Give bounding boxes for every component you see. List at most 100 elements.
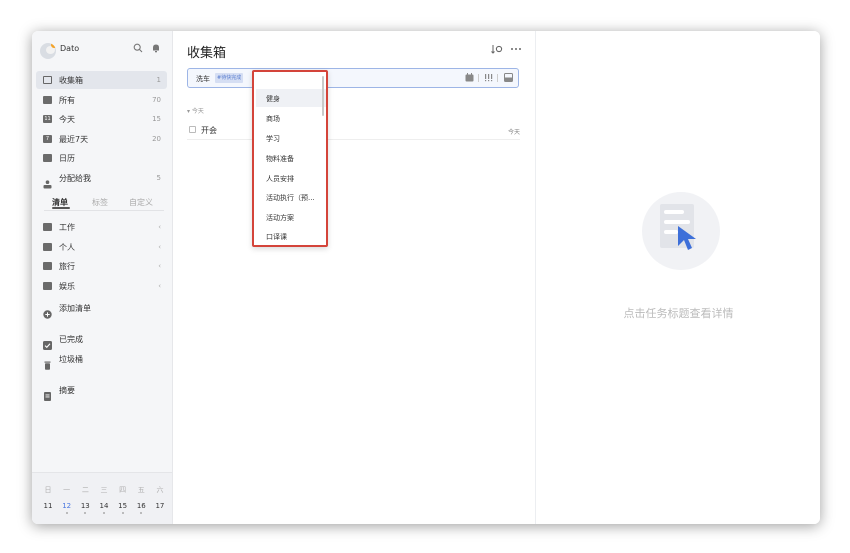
document-icon	[43, 386, 52, 401]
calendar-day[interactable]: 17	[154, 502, 166, 510]
dropdown-item[interactable]: 人员安排	[256, 169, 326, 187]
app-window: Dato 收集箱 1 所有 70 11 今天 15 7 最近7天 20 日历 分…	[32, 31, 820, 524]
trash-icon	[43, 355, 52, 370]
calendar-week-icon: 7	[43, 135, 52, 143]
sidebar-item-work[interactable]: 工作 ‹	[36, 218, 167, 236]
calendar-day[interactable]: 15	[117, 502, 129, 514]
weekday-label: 三	[100, 486, 108, 494]
dropdown-scrollbar[interactable]	[322, 76, 324, 116]
tag-chip[interactable]: #待快完成	[215, 73, 244, 83]
chevron-left-icon[interactable]: ‹	[158, 243, 161, 251]
sort-icon[interactable]	[491, 44, 503, 57]
sidebar-item-label: 日历	[59, 153, 75, 163]
dropdown-item[interactable]: 商场	[256, 109, 326, 127]
calendar-icon[interactable]	[465, 73, 474, 84]
sidebar-item-all[interactable]: 所有 70	[36, 91, 167, 109]
calendar-day[interactable]: 13	[79, 502, 91, 514]
tag-suggestion-dropdown: 健身 商场 学习 物料准备 人员安排 活动执行（预... 活动方案 口译课	[252, 70, 328, 247]
calendar-today-icon: 11	[43, 115, 52, 123]
add-list-button[interactable]: 添加清单	[36, 299, 167, 319]
tab-active-indicator	[52, 207, 70, 209]
weekday-label: 六	[156, 486, 164, 494]
input-divider	[478, 74, 479, 82]
tab-tags[interactable]: 标签	[92, 197, 108, 208]
sidebar-item-assigned[interactable]: 分配给我 5	[36, 169, 167, 189]
sidebar-item-label: 摘要	[59, 385, 75, 395]
sidebar-item-label: 旅行	[59, 261, 75, 271]
task-list-pane: 收集箱 洗车 #待快完成 # ▾ 今天 开会	[173, 31, 535, 524]
chevron-left-icon[interactable]: ‹	[158, 282, 161, 290]
sidebar-item-personal[interactable]: 个人 ‹	[36, 238, 167, 256]
dropdown-item-label: 人员安排	[266, 175, 294, 183]
dropdown-item-label: 活动方案	[266, 214, 294, 222]
checkbox-icon	[43, 335, 52, 350]
calendar-day[interactable]: 11	[42, 502, 54, 510]
sidebar-item-completed[interactable]: 已完成	[36, 330, 167, 350]
task-title[interactable]: 开会	[201, 125, 217, 136]
calendar-weekday-row: 日 一 二 三 四 五 六	[42, 485, 166, 495]
sidebar-item-label: 所有	[59, 95, 75, 105]
calendar-day-today[interactable]: 12	[61, 502, 73, 514]
chevron-left-icon[interactable]: ‹	[158, 223, 161, 231]
sidebar-item-label: 已完成	[59, 334, 83, 344]
dropdown-item[interactable]: 活动执行（预...	[256, 188, 326, 206]
input-text: 洗车	[196, 75, 210, 83]
sidebar-item-label: 今天	[59, 114, 75, 124]
avatar[interactable]	[40, 43, 56, 59]
section-header-today[interactable]: ▾ 今天	[187, 106, 204, 115]
bell-icon[interactable]	[150, 42, 162, 54]
illustration-line	[664, 210, 684, 214]
sidebar-item-label: 分配给我	[59, 173, 91, 183]
weekday-label: 四	[119, 486, 127, 494]
sidebar-item-summary[interactable]: 摘要	[36, 381, 167, 401]
empty-state-illustration	[642, 192, 720, 270]
dropdown-item-label: 活动执行（预...	[266, 194, 315, 202]
dropdown-item-label: 商场	[266, 115, 280, 123]
sidebar-item-label: 工作	[59, 222, 75, 232]
sidebar-item-count: 15	[152, 115, 161, 123]
task-row[interactable]: 开会 今天	[187, 123, 520, 140]
detail-pane: 点击任务标题查看详情	[535, 31, 820, 524]
folder-icon	[43, 262, 52, 270]
sidebar-item-calendar[interactable]: 日历	[36, 149, 167, 167]
tab-custom[interactable]: 自定义	[129, 197, 153, 208]
calendar-day[interactable]: 14	[98, 502, 110, 514]
inbox-icon	[43, 76, 52, 84]
sidebar-item-label: 垃圾桶	[59, 354, 83, 364]
sidebar-item-inbox[interactable]: 收集箱 1	[36, 71, 167, 89]
dropdown-item[interactable]: 健身	[256, 89, 326, 107]
dropdown-item[interactable]: 活动方案	[256, 208, 326, 226]
dropdown-item-label: 健身	[266, 95, 280, 103]
dropdown-item-label: 口译课	[266, 233, 287, 241]
tab-divider	[44, 210, 164, 211]
empty-state-text: 点击任务标题查看详情	[623, 307, 734, 320]
sidebar-item-travel[interactable]: 旅行 ‹	[36, 257, 167, 275]
inbox-tray-icon[interactable]	[504, 73, 513, 84]
add-task-input[interactable]: 洗车 #待快完成 #	[187, 68, 519, 88]
sidebar-item-next7days[interactable]: 7 最近7天 20	[36, 130, 167, 148]
sidebar-item-count: 1	[156, 76, 161, 84]
priority-icon[interactable]	[484, 73, 493, 84]
more-icon[interactable]	[510, 44, 522, 57]
sidebar-header: Dato	[32, 31, 172, 69]
dropdown-item[interactable]: 口译课	[256, 227, 326, 245]
cursor-icon	[678, 226, 696, 250]
username[interactable]: Dato	[60, 44, 79, 53]
search-icon[interactable]	[132, 42, 144, 54]
sidebar-item-today[interactable]: 11 今天 15	[36, 110, 167, 128]
mini-calendar: 日 一 二 三 四 五 六 11 12 13 14 15 16 17	[32, 472, 172, 524]
input-divider	[497, 74, 498, 82]
weekday-label: 二	[81, 486, 89, 494]
dropdown-item[interactable]: 物料准备	[256, 149, 326, 167]
calendar-day[interactable]: 16	[135, 502, 147, 514]
sidebar: Dato 收集箱 1 所有 70 11 今天 15 7 最近7天 20 日历 分…	[32, 31, 173, 524]
sidebar-item-trash[interactable]: 垃圾桶	[36, 350, 167, 370]
sidebar-item-count: 70	[152, 96, 161, 104]
weekday-label: 一	[63, 486, 71, 494]
chevron-left-icon[interactable]: ‹	[158, 262, 161, 270]
dropdown-item[interactable]: 学习	[256, 129, 326, 147]
task-checkbox[interactable]	[189, 126, 196, 133]
sidebar-item-count: 20	[152, 135, 161, 143]
sidebar-item-entertainment[interactable]: 娱乐 ‹	[36, 277, 167, 295]
folder-icon	[43, 223, 52, 231]
